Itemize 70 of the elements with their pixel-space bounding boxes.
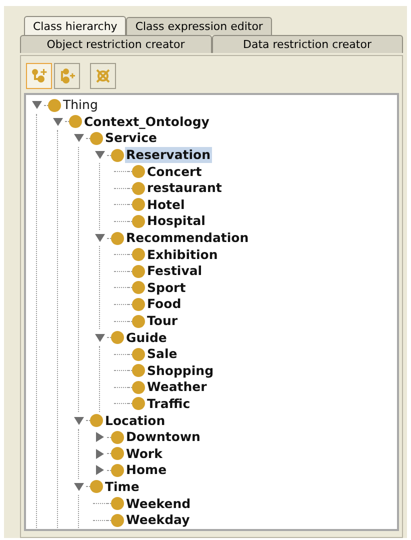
collapsed-arrow-icon[interactable] — [95, 465, 105, 476]
class-icon — [90, 132, 103, 145]
class-icon — [69, 115, 82, 128]
tree-item[interactable]: Recommendation — [125, 230, 250, 246]
class-icon — [132, 298, 145, 311]
collapsed-arrow-icon[interactable] — [95, 432, 105, 442]
class-icon — [132, 380, 145, 394]
tree-item[interactable]: Context_Ontology — [83, 114, 210, 130]
class-icon — [111, 232, 124, 245]
tree-item[interactable]: Thing — [62, 97, 99, 114]
class-icon — [132, 348, 145, 361]
tree-item[interactable]: Home — [125, 462, 168, 478]
expanded-arrow-icon[interactable] — [74, 133, 84, 144]
add-sibling-icon — [59, 68, 75, 84]
tree-item[interactable]: Time — [104, 478, 140, 495]
class-icon — [132, 364, 145, 378]
tab[interactable]: Class hierarchy — [24, 16, 126, 35]
class-icon — [111, 148, 124, 162]
class-icon — [48, 98, 61, 112]
tree-item[interactable]: Sport — [146, 280, 187, 296]
class-icon — [111, 331, 124, 344]
class-icon — [132, 182, 145, 195]
class-icon — [132, 314, 145, 328]
expanded-arrow-icon[interactable] — [95, 332, 105, 343]
class-icon — [132, 397, 145, 410]
expanded-arrow-icon[interactable] — [32, 100, 42, 110]
tree-item[interactable]: Location — [104, 412, 166, 429]
expanded-arrow-icon[interactable] — [53, 116, 63, 127]
tree-item[interactable]: Hotel — [146, 196, 186, 213]
class-icon — [132, 214, 145, 228]
class-icon — [111, 430, 124, 444]
add-subclass-icon — [31, 68, 47, 84]
tree-item[interactable]: Concert — [146, 164, 203, 180]
delete-icon — [95, 68, 111, 84]
tree-item[interactable]: Weather — [146, 379, 208, 396]
tree-item[interactable]: Festival — [146, 263, 204, 280]
class-icon — [111, 514, 124, 527]
tab[interactable]: Data restriction creator — [212, 35, 403, 53]
collapsed-arrow-icon[interactable] — [95, 448, 105, 459]
tree-item[interactable]: Service — [104, 130, 158, 146]
tree-item[interactable]: Weekend — [125, 496, 192, 512]
class-icon — [132, 165, 145, 178]
class-icon — [111, 464, 124, 477]
tree-item[interactable]: Sale — [146, 346, 178, 362]
tree-item[interactable]: Hospital — [146, 213, 206, 230]
tree-item[interactable]: Weekday — [125, 512, 191, 528]
tab[interactable]: Object restriction creator — [20, 35, 212, 53]
class-icon — [132, 264, 145, 278]
expanded-arrow-icon[interactable] — [74, 416, 84, 426]
class-icon — [132, 281, 145, 294]
expanded-arrow-icon[interactable] — [95, 233, 105, 244]
tree-item[interactable]: Shopping — [146, 362, 215, 379]
tree-item[interactable]: Work — [125, 446, 164, 462]
class-icon — [90, 414, 103, 428]
tree-item[interactable]: Traffic — [146, 396, 192, 412]
tree-item[interactable]: Exhibition — [146, 246, 219, 263]
class-icon — [111, 447, 124, 460]
tree-item[interactable]: Guide — [125, 330, 168, 346]
expanded-arrow-icon[interactable] — [74, 482, 84, 492]
tab[interactable]: Class expression editor — [126, 17, 272, 35]
class-icon — [132, 198, 145, 212]
class-icon — [132, 248, 145, 262]
tree-item[interactable]: Reservation — [125, 147, 212, 164]
tree-item[interactable]: Downtown — [125, 429, 202, 446]
tree-item[interactable]: restaurant — [146, 180, 223, 196]
tree-item[interactable]: Food — [146, 296, 182, 312]
expanded-arrow-icon[interactable] — [95, 150, 105, 160]
tree-item[interactable]: Tour — [146, 313, 179, 330]
class-icon — [90, 480, 103, 494]
class-icon — [111, 497, 124, 510]
